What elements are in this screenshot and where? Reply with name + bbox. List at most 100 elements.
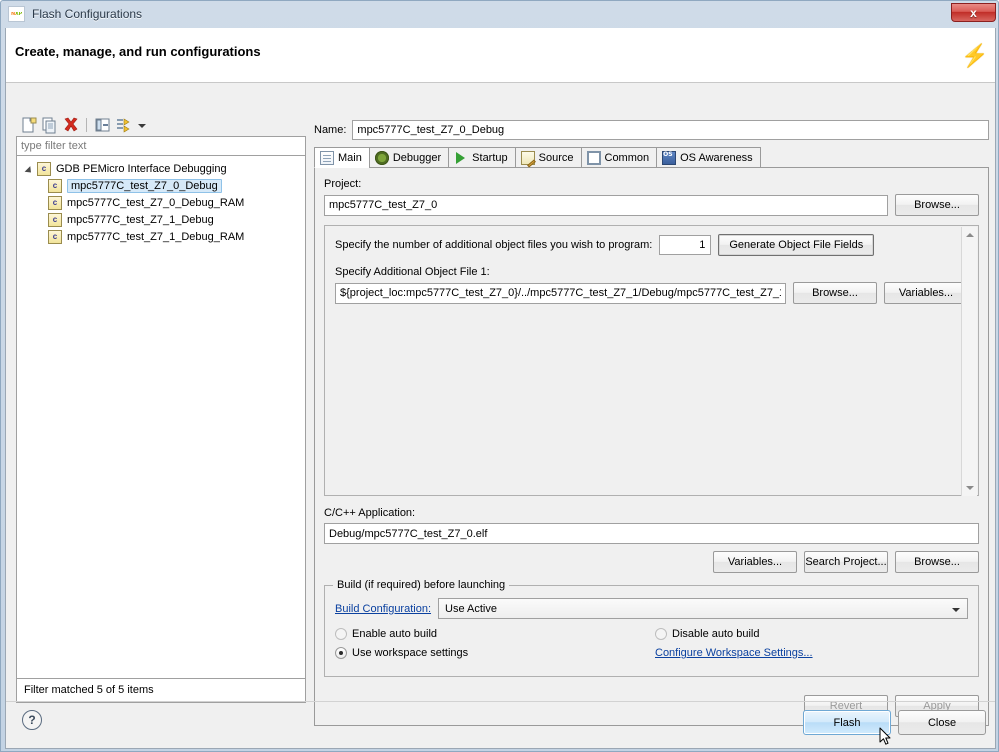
close-window-button[interactable]: x	[951, 3, 996, 22]
tab-label: OS Awareness	[680, 151, 753, 164]
tree-item-label: mpc5777C_test_Z7_0_Debug	[67, 178, 222, 193]
application-search-project-button[interactable]: Search Project...	[804, 551, 888, 573]
window-title: Flash Configurations	[32, 7, 143, 21]
configure-workspace-settings-row: Configure Workspace Settings...	[655, 647, 968, 659]
configurations-panel: c GDB PEMicro Interface Debugging c mpc5…	[16, 114, 306, 722]
play-icon	[454, 151, 468, 165]
tab-label: Debugger	[392, 151, 442, 164]
tree-toolbar	[16, 114, 306, 136]
radio-indicator	[335, 628, 347, 640]
radio-label: Enable auto build	[352, 628, 438, 640]
dialog-header: Create, manage, and run configurations ⚡	[6, 28, 995, 83]
configuration-name-input[interactable]	[352, 120, 989, 140]
object-count-input[interactable]	[659, 235, 712, 255]
footer-buttons: Flash Close	[803, 710, 986, 735]
delete-configuration-icon[interactable]	[61, 116, 80, 134]
tab-main[interactable]: Main	[314, 147, 369, 168]
build-configuration-select[interactable]: Use Active	[438, 598, 968, 619]
document-icon	[320, 150, 334, 165]
help-question-icon[interactable]: ?	[22, 710, 42, 730]
object-file-row: Browse... Variables...	[335, 282, 968, 304]
tab-os-awareness[interactable]: OS OS Awareness	[656, 147, 761, 167]
tree-root-label: GDB PEMicro Interface Debugging	[56, 162, 227, 175]
object-file-browse-button[interactable]: Browse...	[793, 282, 877, 304]
tree-item-mpc5777c-test-z7-0-debug[interactable]: c mpc5777C_test_Z7_0_Debug	[17, 177, 305, 194]
radio-use-workspace-settings[interactable]: Use workspace settings	[335, 647, 655, 659]
duplicate-configuration-icon[interactable]	[40, 116, 59, 134]
object-file-variables-button[interactable]: Variables...	[884, 282, 968, 304]
lightning-bolt-icon: ⚡	[961, 43, 989, 68]
tab-common[interactable]: Common	[580, 147, 657, 167]
new-configuration-icon[interactable]	[19, 116, 38, 134]
radio-indicator	[655, 628, 667, 640]
generate-object-file-fields-button[interactable]: Generate Object File Fields	[718, 234, 875, 256]
toolbar-separator	[86, 118, 87, 132]
tab-source[interactable]: Source	[514, 147, 581, 167]
object-count-row: Specify the number of additional object …	[335, 234, 968, 256]
config-icon: c	[48, 229, 62, 244]
application-variables-button[interactable]: Variables...	[713, 551, 797, 573]
os-awareness-icon: OS	[662, 150, 677, 165]
tab-bar: Main Debugger Startup Source Common OS O…	[314, 146, 989, 168]
window-icon	[586, 150, 601, 165]
toolbar-dropdown-arrow-icon[interactable]	[135, 116, 148, 134]
tree-item-label: mpc5777C_test_Z7_1_Debug_RAM	[67, 230, 245, 243]
application-buttons: Variables... Search Project... Browse...	[324, 551, 979, 573]
radio-label: Disable auto build	[672, 628, 760, 640]
configure-workspace-settings-link[interactable]: Configure Workspace Settings...	[655, 647, 813, 659]
object-count-label: Specify the number of additional object …	[335, 239, 653, 251]
filter-configuration-icon[interactable]	[114, 116, 133, 134]
project-browse-button[interactable]: Browse...	[895, 194, 979, 216]
tab-debugger[interactable]: Debugger	[368, 147, 449, 167]
scroll-up-icon[interactable]	[962, 227, 978, 243]
object-files-scrollbar[interactable]	[961, 227, 977, 496]
tree-item-mpc5777c-test-z7-1-debug[interactable]: c mpc5777C_test_Z7_1_Debug	[17, 211, 305, 228]
tree-item-mpc5777c-test-z7-0-debug-ram[interactable]: c mpc5777C_test_Z7_0_Debug_RAM	[17, 194, 305, 211]
expand-arrow-icon[interactable]	[25, 163, 37, 175]
radio-enable-auto-build[interactable]: Enable auto build	[335, 628, 655, 640]
tab-label: Common	[604, 151, 650, 164]
dialog-footer: ? Flash Close	[6, 701, 995, 748]
tree-item-label: mpc5777C_test_Z7_0_Debug_RAM	[67, 196, 245, 209]
application-input[interactable]	[324, 523, 979, 544]
tree-item-label: mpc5777C_test_Z7_1_Debug	[67, 213, 214, 226]
build-configuration-row: Build Configuration: Use Active	[335, 598, 968, 619]
build-configuration-link[interactable]: Build Configuration:	[335, 603, 431, 615]
chevron-down-icon	[952, 608, 960, 612]
radio-disable-auto-build[interactable]: Disable auto build	[655, 628, 968, 640]
project-input[interactable]	[324, 194, 888, 216]
source-folder-icon	[520, 150, 535, 165]
build-options-grid: Enable auto build Disable auto build Use…	[335, 628, 968, 659]
tree-root-node[interactable]: c GDB PEMicro Interface Debugging	[17, 160, 305, 177]
object-file-input[interactable]	[335, 282, 786, 304]
flash-configurations-window: NXP Flash Configurations x Create, manag…	[0, 0, 999, 752]
name-label: Name:	[314, 124, 347, 136]
radio-label: Use workspace settings	[352, 647, 469, 659]
tab-startup[interactable]: Startup	[448, 147, 515, 167]
object-file-label: Specify Additional Object File 1:	[335, 266, 490, 278]
project-row: Browse...	[324, 194, 979, 216]
filter-status-text: Filter matched 5 of 5 items	[16, 679, 306, 703]
tree-item-mpc5777c-test-z7-1-debug-ram[interactable]: c mpc5777C_test_Z7_1_Debug_RAM	[17, 228, 305, 245]
configurations-tree: c GDB PEMicro Interface Debugging c mpc5…	[16, 156, 306, 679]
tab-label: Source	[538, 151, 574, 164]
close-button[interactable]: Close	[898, 710, 986, 735]
configuration-editor: Name: Main Debugger Startup S	[314, 120, 989, 726]
build-group: Build (if required) before launching Bui…	[324, 579, 979, 677]
object-files-group: Specify the number of additional object …	[324, 225, 979, 496]
flash-button[interactable]: Flash	[803, 710, 891, 735]
collapse-all-icon[interactable]	[93, 116, 112, 134]
configuration-name-row: Name:	[314, 120, 989, 140]
dialog-body: Create, manage, and run configurations ⚡	[5, 28, 996, 749]
application-browse-button[interactable]: Browse...	[895, 551, 979, 573]
config-type-icon: c	[37, 161, 51, 176]
config-icon: c	[48, 195, 62, 210]
nxp-logo-icon: NXP	[8, 6, 25, 22]
config-icon: c	[48, 212, 62, 227]
build-group-legend: Build (if required) before launching	[333, 579, 510, 591]
scroll-down-icon[interactable]	[962, 480, 978, 496]
tab-label: Main	[338, 151, 362, 164]
config-icon: c	[48, 178, 62, 193]
filter-input[interactable]	[16, 136, 306, 156]
radio-indicator	[335, 647, 347, 659]
